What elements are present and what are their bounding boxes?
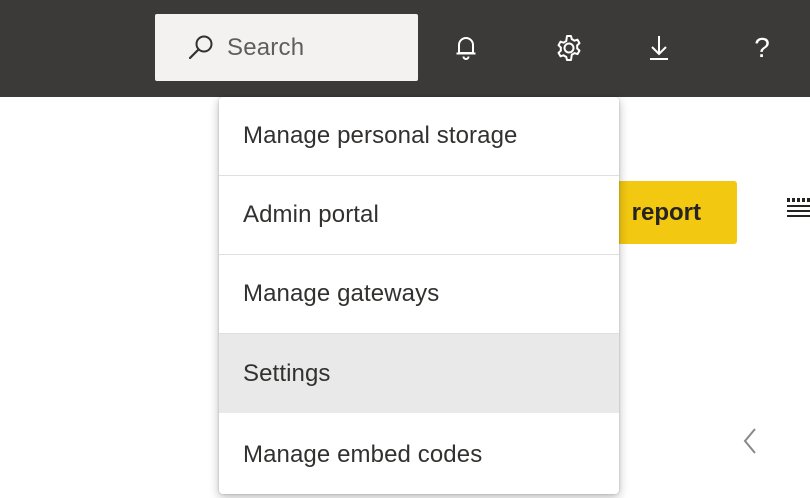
- settings-button[interactable]: [552, 28, 586, 68]
- gear-icon: [554, 33, 584, 63]
- menu-item-label: Manage personal storage: [243, 122, 518, 149]
- top-header-bar: Search ?: [0, 0, 810, 97]
- menu-item-settings[interactable]: Settings: [219, 334, 619, 413]
- list-view-icon[interactable]: [785, 196, 810, 220]
- search-box[interactable]: Search: [155, 14, 418, 81]
- menu-item-admin-portal[interactable]: Admin portal: [219, 176, 619, 255]
- bell-icon: [455, 35, 477, 61]
- help-icon: ?: [754, 32, 770, 63]
- app-page: Search ? report Manage personal storage …: [0, 0, 810, 498]
- search-icon: [187, 34, 215, 62]
- download-icon: [648, 34, 670, 62]
- chevron-left-icon[interactable]: [740, 425, 760, 457]
- menu-item-label: Manage embed codes: [243, 440, 483, 468]
- menu-item-label: Admin portal: [243, 201, 379, 228]
- menu-item-label: Settings: [243, 359, 331, 387]
- notifications-button[interactable]: [449, 28, 483, 68]
- create-report-button-label: report: [631, 198, 701, 226]
- menu-item-manage-embed-codes[interactable]: Manage embed codes: [219, 415, 619, 494]
- menu-item-manage-gateways[interactable]: Manage gateways: [219, 255, 619, 334]
- menu-item-label: Manage gateways: [243, 280, 440, 307]
- search-placeholder: Search: [227, 33, 305, 61]
- download-button[interactable]: [642, 28, 676, 68]
- settings-dropdown-menu: Manage personal storage Admin portal Man…: [219, 97, 619, 494]
- menu-item-manage-personal-storage[interactable]: Manage personal storage: [219, 97, 619, 176]
- help-button[interactable]: ?: [745, 28, 779, 68]
